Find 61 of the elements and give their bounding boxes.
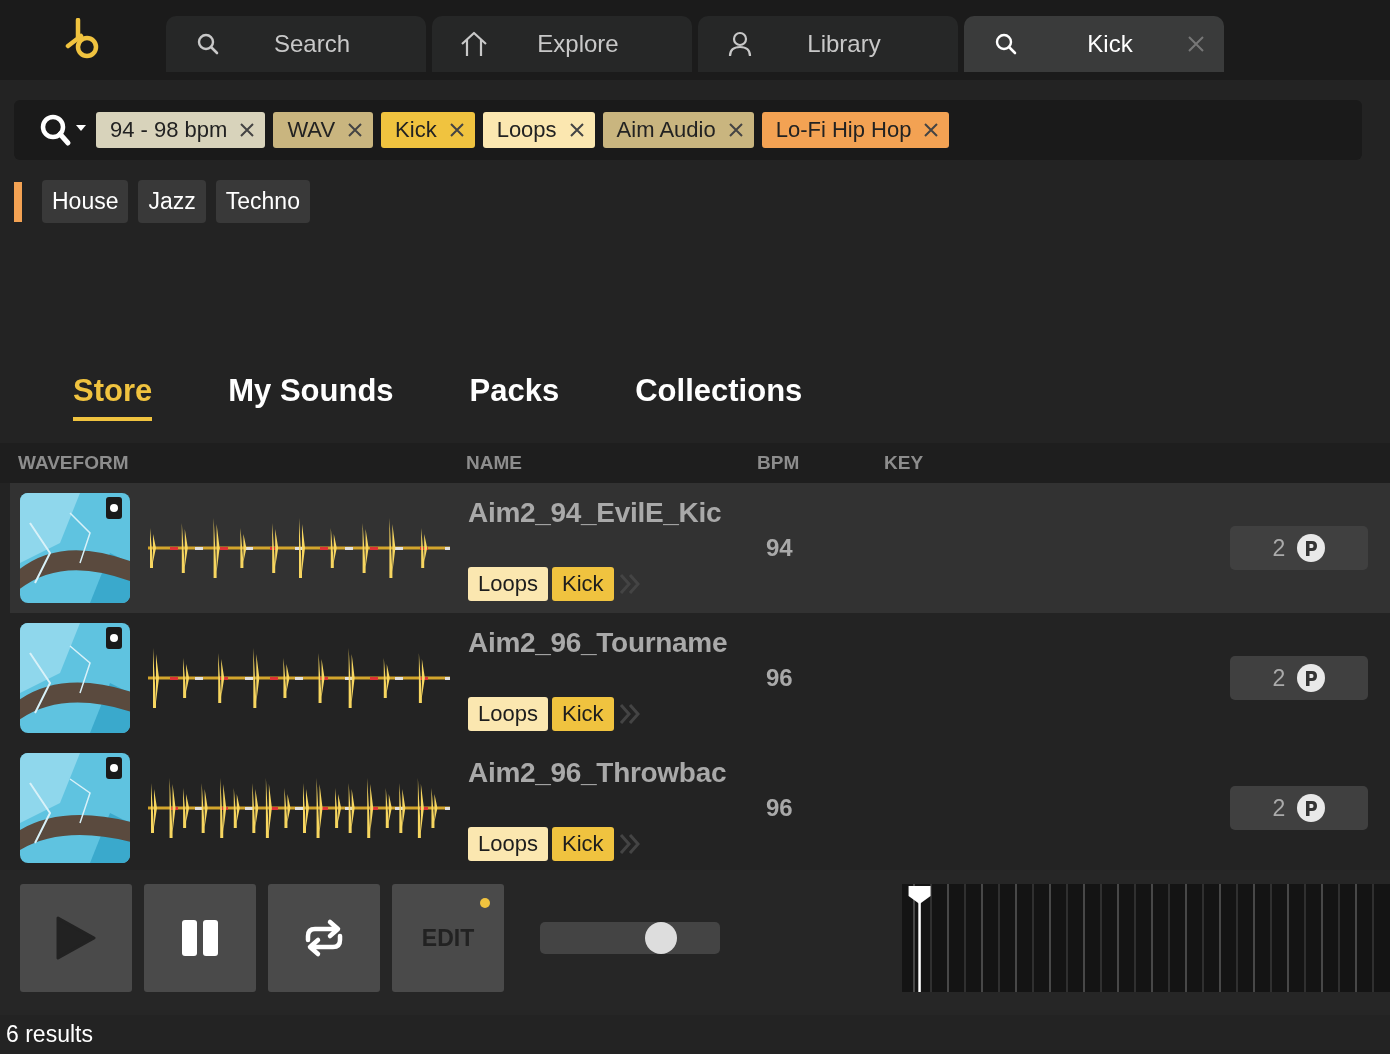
track-row[interactable]: Aim2_94_EvilE_Kic Loops Kick 94 2 <box>10 483 1390 613</box>
tag-chip[interactable]: Kick <box>551 567 614 601</box>
nav-tab[interactable]: Kick <box>964 16 1224 72</box>
genre-chip[interactable]: Jazz <box>138 180 206 223</box>
home-icon <box>459 30 489 58</box>
genre-chip[interactable]: Techno <box>215 180 310 223</box>
tag-chip[interactable]: Kick <box>551 697 614 731</box>
filter-chip[interactable]: Aim Audio <box>602 112 754 148</box>
playhead[interactable] <box>908 886 931 992</box>
close-icon[interactable] <box>727 122 744 138</box>
column-header: NAME <box>466 452 522 474</box>
filter-chip[interactable]: WAV <box>273 112 374 148</box>
section-tab[interactable]: Store <box>73 373 153 421</box>
column-header: BPM <box>757 452 800 474</box>
tag-chip[interactable]: Loops <box>468 697 548 731</box>
results-count: 6 results <box>6 1021 93 1048</box>
close-icon[interactable] <box>923 122 940 138</box>
close-icon[interactable] <box>568 122 585 138</box>
price-button[interactable]: 2 <box>1230 786 1368 830</box>
bpm-value: 96 <box>766 664 794 692</box>
play-icon <box>56 916 96 960</box>
track-name: Aim2_96_Tourname <box>468 627 729 659</box>
genre-chip[interactable]: House <box>42 180 129 223</box>
section-tab[interactable]: My Sounds <box>228 373 394 421</box>
section-tab[interactable]: Packs <box>469 373 560 421</box>
track-row[interactable]: Aim2_96_Throwbac Loops Kick 96 2 <box>10 743 1390 873</box>
tag-chip[interactable]: Loops <box>468 567 548 601</box>
filter-chip[interactable]: Loops <box>482 112 595 148</box>
pause-button[interactable] <box>144 884 256 992</box>
track-name: Aim2_94_EvilE_Kic <box>468 497 723 529</box>
price-button[interactable]: 2 <box>1230 526 1368 570</box>
close-icon[interactable] <box>347 122 364 138</box>
accent-bar <box>14 181 22 222</box>
search-icon <box>197 33 219 55</box>
close-icon[interactable] <box>239 122 256 138</box>
nav-tab[interactable]: Explore <box>432 16 692 72</box>
pause-icon <box>180 918 220 958</box>
close-icon[interactable] <box>448 122 465 138</box>
nav-tab[interactable]: Search <box>166 16 426 72</box>
search-icon <box>995 33 1017 55</box>
volume-slider[interactable] <box>540 922 720 954</box>
tag-chip[interactable]: Kick <box>551 827 614 861</box>
points-icon <box>1297 664 1326 692</box>
column-header: KEY <box>884 452 924 474</box>
points-icon <box>1297 534 1326 562</box>
section-tab[interactable]: Collections <box>635 373 803 421</box>
filter-chip[interactable]: 94 - 98 bpm <box>96 112 266 148</box>
nav-tab[interactable]: Library <box>698 16 958 72</box>
track-row[interactable]: Aim2_96_Tourname Loops Kick 96 2 <box>10 613 1390 743</box>
bpm-value: 96 <box>766 794 794 822</box>
person-icon <box>728 31 752 57</box>
bpm-value: 94 <box>766 534 794 562</box>
points-icon <box>1297 794 1326 822</box>
price-button[interactable]: 2 <box>1230 656 1368 700</box>
filter-chip[interactable]: Lo-Fi Hip Hop <box>761 112 950 148</box>
column-header: WAVEFORM <box>18 452 129 474</box>
repeat-button[interactable] <box>268 884 380 992</box>
filter-chip[interactable]: Kick <box>381 112 475 148</box>
search-icon[interactable] <box>40 113 88 147</box>
tag-chip[interactable]: Loops <box>468 827 548 861</box>
track-name: Aim2_96_Throwbac <box>468 757 728 789</box>
